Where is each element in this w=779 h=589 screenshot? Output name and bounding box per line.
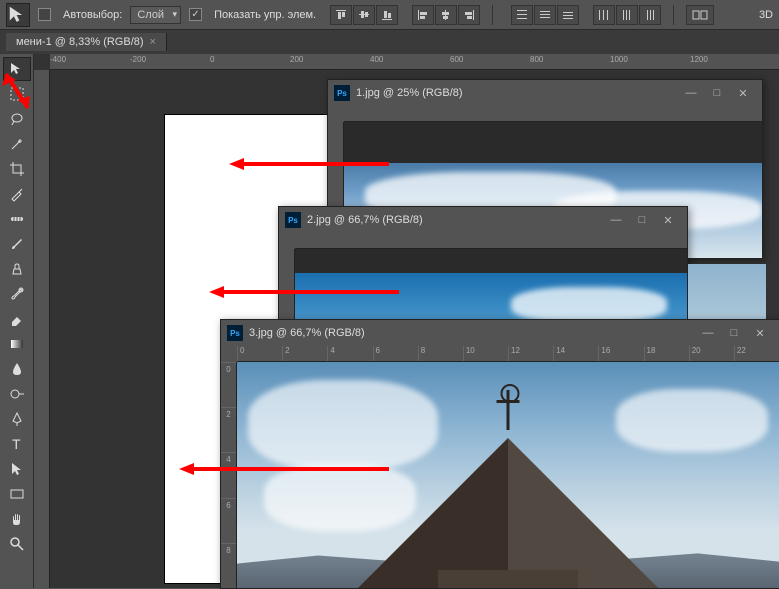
doc-ruler-h bbox=[295, 233, 687, 249]
minimize-button[interactable]: — bbox=[603, 210, 629, 230]
crop-tool[interactable] bbox=[3, 157, 31, 181]
workspace: T -400-200020040060080010001200 Ps 1.jpg… bbox=[0, 54, 779, 588]
document-tab-bar: мени-1 @ 8,33% (RGB/8) × bbox=[0, 30, 779, 54]
minimize-button[interactable]: — bbox=[695, 323, 721, 343]
close-button[interactable]: ✕ bbox=[730, 83, 756, 103]
dodge-tool[interactable] bbox=[3, 382, 31, 406]
window-titlebar[interactable]: Ps 3.jpg @ 66,7% (RGB/8) — □ ✕ bbox=[221, 320, 779, 346]
show-transform-controls-label: Показать упр. элем. bbox=[214, 9, 316, 21]
window-title: 2.jpg @ 66,7% (RGB/8) bbox=[307, 214, 597, 226]
eyedropper-tool[interactable] bbox=[3, 182, 31, 206]
cross-icon bbox=[507, 390, 510, 430]
distribute-left-button[interactable] bbox=[593, 5, 615, 25]
distribute-hcenter-button[interactable] bbox=[616, 5, 638, 25]
move-tool-preset-icon[interactable] bbox=[6, 3, 30, 27]
maximize-button[interactable]: □ bbox=[629, 210, 655, 230]
ps-icon: Ps bbox=[334, 85, 350, 101]
svg-text:T: T bbox=[12, 436, 21, 452]
magic-wand-tool[interactable] bbox=[3, 132, 31, 156]
close-button[interactable]: ✕ bbox=[747, 323, 773, 343]
distribute-group-1 bbox=[511, 5, 579, 25]
rectangle-tool[interactable] bbox=[3, 482, 31, 506]
pen-tool[interactable] bbox=[3, 407, 31, 431]
tab-close-icon[interactable]: × bbox=[150, 36, 156, 48]
distribute-group-2 bbox=[593, 5, 661, 25]
maximize-button[interactable]: □ bbox=[721, 323, 747, 343]
distribute-top-button[interactable] bbox=[511, 5, 533, 25]
window-titlebar[interactable]: Ps 1.jpg @ 25% (RGB/8) — □ ✕ bbox=[328, 80, 762, 106]
window-title: 1.jpg @ 25% (RGB/8) bbox=[356, 87, 672, 99]
align-top-button[interactable] bbox=[330, 5, 352, 25]
clone-stamp-tool[interactable] bbox=[3, 257, 31, 281]
annotation-arrow-2 bbox=[204, 282, 404, 302]
separator bbox=[492, 5, 493, 25]
window-title: 3.jpg @ 66,7% (RGB/8) bbox=[249, 327, 689, 339]
annotation-arrow-toolbox bbox=[0, 68, 40, 118]
auto-align-button[interactable] bbox=[686, 5, 714, 25]
ruler-horizontal: -400-200020040060080010001200 bbox=[50, 54, 779, 70]
history-brush-tool[interactable] bbox=[3, 282, 31, 306]
align-left-button[interactable] bbox=[412, 5, 434, 25]
minimize-button[interactable]: — bbox=[678, 83, 704, 103]
brush-tool[interactable] bbox=[3, 232, 31, 256]
document-tab-title: мени-1 @ 8,33% (RGB/8) bbox=[16, 36, 144, 48]
autoselect-target-dropdown[interactable]: Слой bbox=[130, 6, 181, 24]
type-tool[interactable]: T bbox=[3, 432, 31, 456]
church-roof bbox=[358, 428, 658, 588]
annotation-arrow-3 bbox=[174, 459, 394, 479]
autoselect-label: Автовыбор: bbox=[63, 9, 122, 21]
canvas-area[interactable]: -400-200020040060080010001200 Ps 1.jpg @… bbox=[34, 54, 779, 588]
document-window-3[interactable]: Ps 3.jpg @ 66,7% (RGB/8) — □ ✕ 024681012… bbox=[220, 319, 779, 589]
autoselect-checkbox[interactable] bbox=[38, 8, 51, 21]
gradient-tool[interactable] bbox=[3, 332, 31, 356]
distribute-vcenter-button[interactable] bbox=[534, 5, 556, 25]
align-bottom-button[interactable] bbox=[376, 5, 398, 25]
distribute-right-button[interactable] bbox=[639, 5, 661, 25]
show-transform-controls-checkbox[interactable] bbox=[189, 8, 202, 21]
toolbox: T bbox=[0, 54, 34, 588]
eraser-tool[interactable] bbox=[3, 307, 31, 331]
align-group-1 bbox=[330, 5, 398, 25]
ps-icon: Ps bbox=[285, 212, 301, 228]
window-titlebar[interactable]: Ps 2.jpg @ 66,7% (RGB/8) — □ ✕ bbox=[279, 207, 687, 233]
annotation-arrow-1 bbox=[224, 154, 394, 174]
blur-tool[interactable] bbox=[3, 357, 31, 381]
healing-brush-tool[interactable] bbox=[3, 207, 31, 231]
doc-ruler-h: 0246810121416182022 bbox=[237, 346, 779, 362]
hand-tool[interactable] bbox=[3, 507, 31, 531]
document-tab[interactable]: мени-1 @ 8,33% (RGB/8) × bbox=[6, 33, 167, 51]
doc-ruler-h bbox=[344, 106, 762, 122]
mode-3d-label[interactable]: 3D bbox=[759, 9, 773, 21]
path-selection-tool[interactable] bbox=[3, 457, 31, 481]
ps-icon: Ps bbox=[227, 325, 243, 341]
align-right-button[interactable] bbox=[458, 5, 480, 25]
align-group-2 bbox=[412, 5, 480, 25]
close-button[interactable]: ✕ bbox=[655, 210, 681, 230]
ruler-vertical bbox=[34, 70, 50, 588]
align-vcenter-button[interactable] bbox=[353, 5, 375, 25]
maximize-button[interactable]: □ bbox=[704, 83, 730, 103]
align-hcenter-button[interactable] bbox=[435, 5, 457, 25]
separator-2 bbox=[673, 5, 674, 25]
distribute-bottom-button[interactable] bbox=[557, 5, 579, 25]
zoom-tool[interactable] bbox=[3, 532, 31, 556]
options-bar: Автовыбор: Слой Показать упр. элем. 3D bbox=[0, 0, 779, 30]
